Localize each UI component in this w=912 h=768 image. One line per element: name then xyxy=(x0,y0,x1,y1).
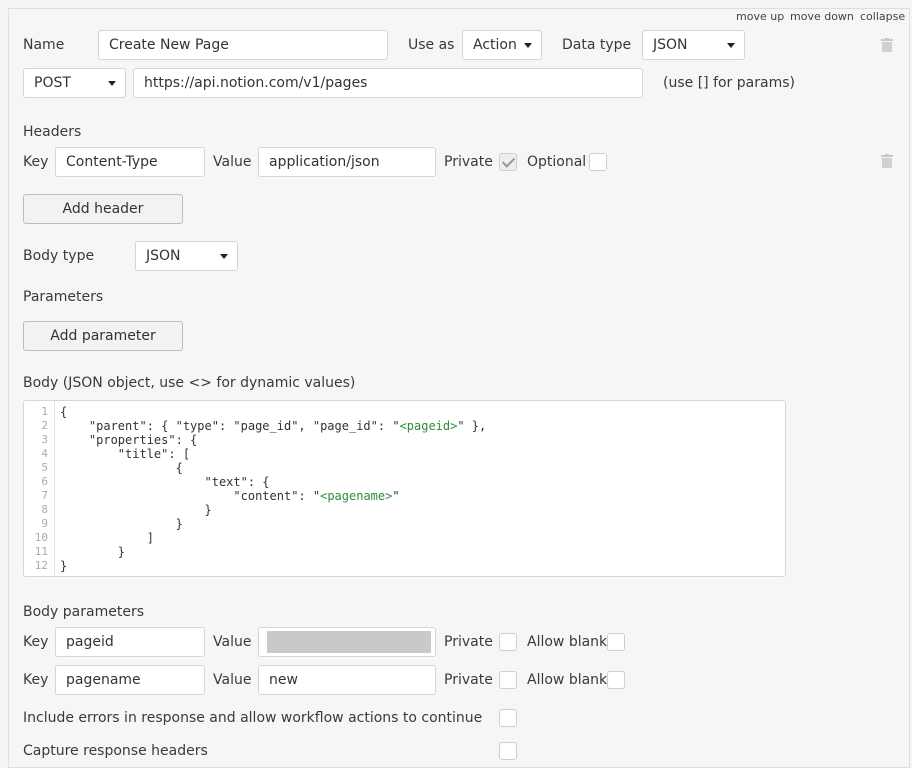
header-value-label: Value xyxy=(213,154,252,170)
param-key-label: Key xyxy=(23,634,49,650)
line-number: 2 xyxy=(41,419,48,432)
move-down-link[interactable]: move down xyxy=(790,10,854,24)
data-type-dropdown[interactable]: JSON xyxy=(642,30,745,60)
line-number-gutter: 1 2 3 4 5 6 7 8 9 10 11 12 xyxy=(24,401,55,576)
param-allow-blank-checkbox[interactable] xyxy=(607,633,625,651)
name-label: Name xyxy=(23,37,65,53)
add-parameter-button[interactable]: Add parameter xyxy=(23,321,183,351)
line-number: 5 xyxy=(41,461,48,474)
checkmark-icon xyxy=(501,154,516,168)
capture-headers-checkbox[interactable] xyxy=(499,742,517,760)
code-line: "text": { xyxy=(60,475,270,489)
chevron-down-icon xyxy=(220,254,228,259)
param-key-input[interactable]: pageid xyxy=(55,627,205,657)
param-key-label: Key xyxy=(23,672,49,688)
move-up-link[interactable]: move up xyxy=(736,10,784,24)
param-private-checkbox[interactable] xyxy=(499,633,517,651)
line-number: 8 xyxy=(41,503,48,516)
line-number: 7 xyxy=(41,489,48,502)
line-number: 3 xyxy=(41,433,48,446)
code-line: "properties": { xyxy=(60,433,198,447)
param-allow-blank-label: Allow blank xyxy=(527,634,608,650)
header-optional-label: Optional xyxy=(527,154,587,170)
code-line: { xyxy=(60,461,183,475)
code-text: "parent": { "type": "page_id", "page_id"… xyxy=(60,419,400,433)
body-type-value: JSON xyxy=(146,248,181,264)
code-line: } xyxy=(60,517,183,531)
code-line: ] xyxy=(60,531,154,545)
http-method-dropdown[interactable]: POST xyxy=(23,68,126,98)
header-value-input[interactable]: application/json xyxy=(258,147,436,177)
header-key-label: Key xyxy=(23,154,49,170)
line-number: 6 xyxy=(41,475,48,488)
code-line: "parent": { "type": "page_id", "page_id"… xyxy=(60,419,486,433)
data-type-value: JSON xyxy=(653,37,688,53)
line-number: 12 xyxy=(34,559,48,572)
call-name-input[interactable]: Create New Page xyxy=(98,30,388,60)
body-type-label: Body type xyxy=(23,248,95,264)
use-as-dropdown[interactable]: Action xyxy=(462,30,542,60)
http-method-value: POST xyxy=(34,75,71,91)
code-line: "title": [ xyxy=(60,447,191,461)
code-line: "content": "<pagename>" xyxy=(60,489,400,503)
use-as-label: Use as xyxy=(408,37,455,53)
code-line: { xyxy=(60,405,68,419)
capture-headers-label: Capture response headers xyxy=(23,743,208,759)
param-value-label: Value xyxy=(213,672,252,688)
line-number: 1 xyxy=(41,405,48,418)
line-number: 9 xyxy=(41,517,48,530)
body-type-dropdown[interactable]: JSON xyxy=(135,241,238,271)
line-number: 10 xyxy=(34,531,48,544)
data-type-label: Data type xyxy=(562,37,632,53)
chevron-down-icon xyxy=(524,43,532,48)
body-parameters-title: Body parameters xyxy=(23,604,144,620)
param-private-label: Private xyxy=(444,634,493,650)
param-value-label: Value xyxy=(213,634,252,650)
include-errors-checkbox[interactable] xyxy=(499,709,517,727)
header-private-checkbox[interactable] xyxy=(499,153,517,171)
line-number: 11 xyxy=(34,545,48,558)
parameters-title: Parameters xyxy=(23,289,104,305)
redacted-value xyxy=(267,631,431,653)
delete-header-icon[interactable] xyxy=(881,154,893,168)
include-errors-label: Include errors in response and allow wor… xyxy=(23,710,483,726)
url-input[interactable]: https://api.notion.com/v1/pages xyxy=(133,68,643,98)
code-text: " }, xyxy=(457,419,487,433)
body-label: Body (JSON object, use <> for dynamic va… xyxy=(23,375,356,391)
chevron-down-icon xyxy=(108,81,116,86)
dynamic-value-pagename: <pagename> xyxy=(320,489,393,503)
header-key-input[interactable]: Content-Type xyxy=(55,147,205,177)
line-number: 4 xyxy=(41,447,48,460)
param-allow-blank-checkbox[interactable] xyxy=(607,671,625,689)
param-private-label: Private xyxy=(444,672,493,688)
param-key-input[interactable]: pagename xyxy=(55,665,205,695)
code-text: "content": " xyxy=(60,489,321,503)
code-line: } xyxy=(60,545,126,559)
param-value-input[interactable]: new xyxy=(258,665,436,695)
param-private-checkbox[interactable] xyxy=(499,671,517,689)
add-header-button[interactable]: Add header xyxy=(23,194,183,224)
code-line: } xyxy=(60,559,68,573)
code-text: " xyxy=(392,489,400,503)
header-private-label: Private xyxy=(444,154,493,170)
header-optional-checkbox[interactable] xyxy=(589,153,607,171)
use-as-value: Action xyxy=(473,37,517,53)
collapse-link[interactable]: collapse xyxy=(860,10,905,24)
dynamic-value-pageid: <pageid> xyxy=(399,419,458,433)
body-code-editor[interactable]: 1 2 3 4 5 6 7 8 9 10 11 12 { "parent": {… xyxy=(23,400,786,577)
param-allow-blank-label: Allow blank xyxy=(527,672,608,688)
chevron-down-icon xyxy=(727,43,735,48)
delete-call-icon[interactable] xyxy=(881,38,893,52)
url-hint: (use [] for params) xyxy=(663,75,795,91)
headers-title: Headers xyxy=(23,124,82,140)
code-line: } xyxy=(60,503,212,517)
